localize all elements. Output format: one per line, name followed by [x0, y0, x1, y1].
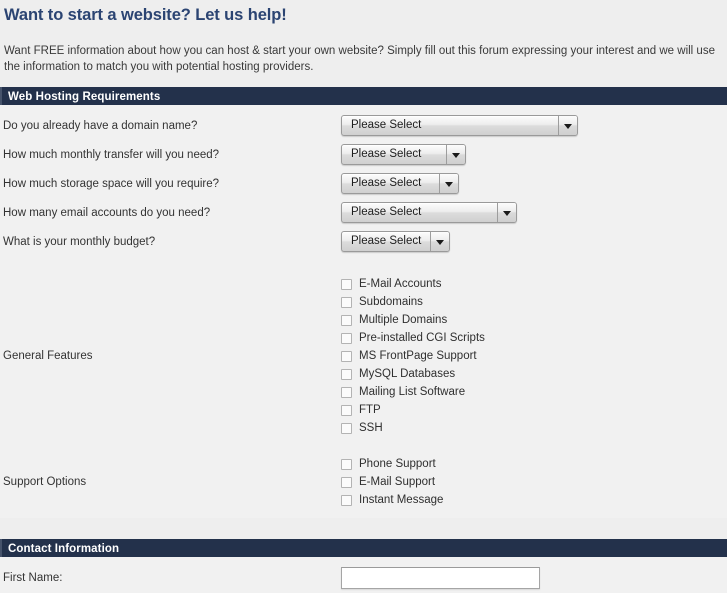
- label-general-features: General Features: [3, 350, 93, 362]
- select-email-accounts[interactable]: Please Select: [341, 202, 517, 223]
- spacer-support: [0, 436, 727, 456]
- select-monthly-budget-value: Please Select: [351, 235, 422, 247]
- select-domain-name[interactable]: Please Select: [341, 115, 578, 136]
- intro-block: Want to start a website? Let us help! Wa…: [0, 0, 727, 75]
- checkbox-icon[interactable]: [341, 350, 352, 362]
- checkbox-icon[interactable]: [341, 314, 352, 326]
- label-monthly-transfer: How much monthly transfer will you need?: [3, 148, 220, 161]
- field-storage-space: Please Select: [341, 173, 727, 194]
- checkbox-icon[interactable]: [341, 368, 352, 380]
- section-header-contact: Contact Information: [0, 539, 727, 557]
- form-row-general-features: General Features E-Mail Accounts Subdoma…: [0, 276, 727, 436]
- checkbox-label: Pre-installed CGI Scripts: [359, 331, 485, 344]
- form-row-first-name: First Name:: [0, 557, 727, 593]
- page-title: Want to start a website? Let us help!: [4, 6, 287, 24]
- checkbox-item[interactable]: MS FrontPage Support: [341, 348, 485, 364]
- select-domain-name-value: Please Select: [351, 119, 422, 131]
- checkbox-item[interactable]: E-Mail Accounts: [341, 276, 485, 292]
- label-domain-name: Do you already have a domain name?: [3, 119, 198, 132]
- checkbox-item[interactable]: E-Mail Support: [341, 474, 443, 490]
- select-monthly-transfer-value: Please Select: [351, 148, 422, 160]
- chevron-down-icon[interactable]: [497, 203, 516, 222]
- checkbox-label: E-Mail Accounts: [359, 277, 442, 290]
- select-monthly-budget[interactable]: Please Select: [341, 231, 450, 252]
- field-first-name: [341, 567, 727, 589]
- checkbox-icon[interactable]: [341, 296, 352, 308]
- checkbox-item[interactable]: Mailing List Software: [341, 384, 485, 400]
- checkbox-item[interactable]: MySQL Databases: [341, 366, 485, 382]
- checkbox-item[interactable]: Pre-installed CGI Scripts: [341, 330, 485, 346]
- chevron-down-icon[interactable]: [446, 145, 465, 164]
- checkbox-group-support-options: Phone Support E-Mail Support Instant Mes…: [341, 456, 443, 508]
- checkbox-label: Instant Message: [359, 493, 444, 506]
- select-email-accounts-value: Please Select: [351, 206, 422, 218]
- form-row-storage-space: How much storage space will you require?…: [0, 169, 727, 198]
- checkbox-item[interactable]: Subdomains: [341, 294, 485, 310]
- checkbox-icon[interactable]: [341, 476, 352, 488]
- chevron-down-icon[interactable]: [430, 232, 449, 251]
- checkbox-label: MS FrontPage Support: [359, 349, 477, 362]
- label-monthly-budget: What is your monthly budget?: [3, 235, 156, 248]
- spacer-features: [0, 256, 727, 276]
- form-row-support-options: Support Options Phone Support E-Mail Sup…: [0, 456, 727, 508]
- select-storage-space[interactable]: Please Select: [341, 173, 459, 194]
- checkbox-item[interactable]: SSH: [341, 420, 485, 436]
- field-email-accounts: Please Select: [341, 202, 727, 223]
- checkbox-item[interactable]: FTP: [341, 402, 485, 418]
- form-row-email-accounts: How many email accounts do you need? Ple…: [0, 198, 727, 227]
- label-storage-space: How much storage space will you require?: [3, 177, 220, 190]
- checkbox-icon[interactable]: [341, 278, 352, 290]
- checkbox-icon[interactable]: [341, 494, 352, 506]
- checkbox-icon[interactable]: [341, 386, 352, 398]
- field-monthly-transfer: Please Select: [341, 144, 727, 165]
- field-monthly-budget: Please Select: [341, 231, 727, 252]
- form-row-domain-name: Do you already have a domain name? Pleas…: [0, 111, 727, 140]
- checkbox-label: MySQL Databases: [359, 367, 456, 380]
- section-divider: [0, 518, 727, 539]
- checkbox-group-general-features: E-Mail Accounts Subdomains Multiple Doma…: [341, 276, 485, 436]
- intro-paragraph: Want FREE information about how you can …: [4, 45, 715, 73]
- hosting-signup-page: Want to start a website? Let us help! Wa…: [0, 0, 727, 593]
- checkbox-label: Mailing List Software: [359, 385, 466, 398]
- checkbox-icon[interactable]: [341, 422, 352, 434]
- select-storage-space-value: Please Select: [351, 177, 422, 189]
- checkbox-label: SSH: [359, 421, 383, 434]
- checkbox-icon[interactable]: [341, 458, 352, 470]
- checkbox-item[interactable]: Multiple Domains: [341, 312, 485, 328]
- checkbox-label: Phone Support: [359, 457, 436, 470]
- checkbox-icon[interactable]: [341, 332, 352, 344]
- field-domain-name: Please Select: [341, 115, 727, 136]
- label-first-name: First Name:: [3, 572, 63, 584]
- checkbox-item[interactable]: Phone Support: [341, 456, 443, 472]
- checkbox-label: FTP: [359, 403, 381, 416]
- spacer-bottom: [0, 508, 727, 518]
- checkbox-label: Multiple Domains: [359, 313, 448, 326]
- select-monthly-transfer[interactable]: Please Select: [341, 144, 466, 165]
- section-header-requirements: Web Hosting Requirements: [0, 87, 727, 105]
- checkbox-item[interactable]: Instant Message: [341, 492, 443, 508]
- label-support-options: Support Options: [3, 476, 87, 488]
- label-email-accounts: How many email accounts do you need?: [3, 206, 211, 219]
- first-name-input[interactable]: [341, 567, 540, 589]
- form-row-monthly-budget: What is your monthly budget? Please Sele…: [0, 227, 727, 256]
- form-row-monthly-transfer: How much monthly transfer will you need?…: [0, 140, 727, 169]
- checkbox-icon[interactable]: [341, 404, 352, 416]
- section-body-contact: First Name:: [0, 557, 727, 593]
- checkbox-label: Subdomains: [359, 295, 423, 308]
- checkbox-label: E-Mail Support: [359, 475, 436, 488]
- chevron-down-icon[interactable]: [439, 174, 458, 193]
- section-body-requirements: Do you already have a domain name? Pleas…: [0, 105, 727, 518]
- chevron-down-icon[interactable]: [558, 116, 577, 135]
